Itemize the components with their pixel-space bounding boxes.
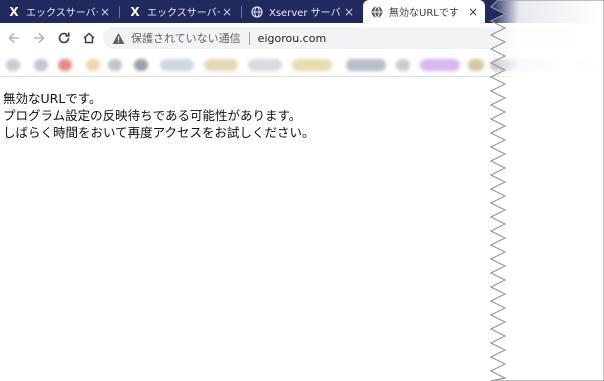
bookmark-item[interactable] (58, 59, 72, 71)
warning-icon[interactable] (112, 32, 125, 45)
bookmark-item[interactable] (160, 59, 194, 71)
reload-icon (58, 32, 70, 44)
bookmark-item[interactable] (86, 59, 100, 71)
bookmark-item[interactable] (346, 59, 386, 71)
tab-title: Xserver サーバーパ (269, 8, 342, 19)
bookmark-item[interactable] (468, 59, 484, 71)
globe-icon (251, 5, 263, 18)
page-content: 無効なURLです。 プログラム設定の反映待ちである可能性があります。 しばらく時… (3, 90, 315, 141)
x-logo-icon: X (9, 4, 19, 19)
tab-invalid-url[interactable]: 無効なURLです × (363, 0, 485, 23)
security-status-text[interactable]: 保護されていない通信 (131, 30, 241, 46)
bookmark-item[interactable] (134, 59, 148, 71)
reload-button[interactable] (55, 29, 73, 47)
divider (248, 31, 250, 45)
home-button[interactable] (80, 29, 98, 47)
back-arrow-icon (8, 32, 19, 44)
bookmark-item[interactable] (6, 59, 20, 71)
globe-icon (371, 6, 383, 18)
forward-button[interactable] (30, 29, 48, 47)
tab-title: 無効なURLです (389, 8, 459, 19)
tab-title: エックスサーバー｜ (26, 8, 98, 19)
tab-separator (241, 6, 242, 18)
bookmark-item[interactable] (396, 59, 410, 71)
bookmark-item[interactable] (34, 59, 48, 71)
error-message-title: 無効なURLです。 (3, 91, 102, 106)
error-message-reason: プログラム設定の反映待ちである可能性があります。 (3, 108, 302, 123)
tab-xserver-2[interactable]: X エックスサーバー契 × (121, 0, 239, 23)
bookmark-item[interactable] (420, 59, 460, 71)
bookmark-item[interactable] (204, 59, 238, 71)
error-message-advice: しばらく時間をおいて再度アクセスをお試しください。 (3, 125, 315, 140)
back-button[interactable] (5, 29, 23, 47)
bookmark-item[interactable] (248, 59, 282, 71)
forward-arrow-icon (34, 32, 45, 44)
torn-edge-decoration (489, 0, 604, 381)
url-text[interactable]: eigorou.com (258, 32, 327, 45)
tab-title: エックスサーバー契 (147, 8, 220, 19)
bookmark-item[interactable] (292, 59, 332, 71)
close-icon[interactable]: × (342, 5, 356, 19)
tab-xserver-1[interactable]: X エックスサーバー｜ × (0, 0, 117, 23)
home-icon (83, 32, 95, 44)
tab-xserver-panel[interactable]: Xserver サーバーパ × (243, 0, 361, 23)
bookmark-item[interactable] (108, 59, 122, 71)
close-icon[interactable]: × (220, 5, 234, 19)
close-icon[interactable]: × (466, 5, 480, 19)
close-icon[interactable]: × (98, 5, 112, 19)
tab-separator (119, 6, 120, 18)
x-logo-icon: X (130, 4, 140, 19)
